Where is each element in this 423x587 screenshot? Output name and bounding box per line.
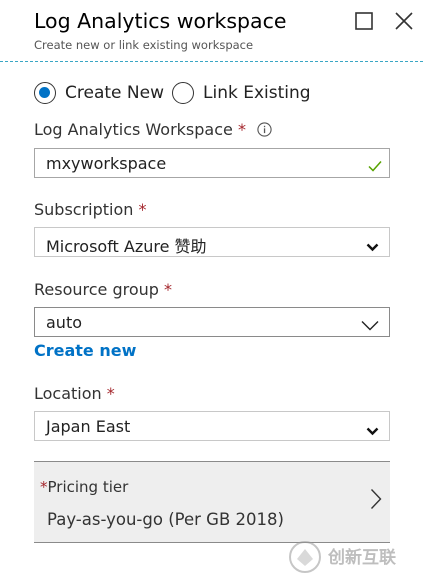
- blade-subtitle: Create new or link existing workspace: [34, 38, 254, 52]
- link-existing-radio[interactable]: Link Existing: [172, 80, 311, 106]
- subscription-label: Subscription *: [34, 200, 147, 219]
- watermark-logo: 创新互联: [288, 540, 413, 574]
- create-new-radio[interactable]: Create New: [34, 80, 164, 106]
- workspace-label-text: Log Analytics Workspace: [34, 120, 233, 139]
- resource-group-label: Resource group *: [34, 280, 172, 299]
- pricing-tier-label-text: Pricing tier: [47, 478, 129, 496]
- required-asterisk: *: [40, 478, 48, 496]
- chevron-down-icon: [366, 421, 379, 440]
- check-icon: [368, 157, 382, 176]
- link-existing-label: Link Existing: [203, 83, 311, 103]
- resource-group-label-text: Resource group: [34, 280, 159, 299]
- pricing-tier-selector[interactable]: *Pricing tier Pay-as-you-go (Per GB 2018…: [34, 461, 390, 543]
- create-new-resource-group-link[interactable]: Create new: [34, 341, 136, 360]
- watermark-text: 创新互联: [328, 548, 396, 568]
- chevron-down-icon: [361, 316, 379, 335]
- maximize-icon[interactable]: [353, 10, 375, 32]
- location-dropdown[interactable]: Japan East: [34, 411, 390, 441]
- workspace-name-input[interactable]: mxyworkspace: [34, 148, 390, 178]
- pricing-tier-label: *Pricing tier: [40, 478, 128, 496]
- subscription-dropdown[interactable]: Microsoft Azure 赞助: [34, 227, 390, 257]
- radio-selected-icon: [34, 82, 56, 104]
- chevron-down-icon: [366, 237, 379, 256]
- workspace-label: Log Analytics Workspace *: [34, 120, 272, 139]
- workspace-name-value: mxyworkspace: [46, 154, 167, 173]
- required-asterisk: *: [106, 384, 115, 403]
- create-new-label: Create New: [65, 83, 164, 103]
- location-value: Japan East: [46, 417, 131, 436]
- chevron-right-icon: [370, 488, 382, 514]
- location-label: Location *: [34, 384, 115, 403]
- required-asterisk: *: [164, 280, 173, 299]
- resource-group-value: auto: [46, 313, 83, 332]
- pricing-tier-value: Pay-as-you-go (Per GB 2018): [47, 510, 284, 529]
- subscription-value: Microsoft Azure 赞助: [46, 237, 207, 256]
- required-asterisk: *: [138, 200, 147, 219]
- subscription-label-text: Subscription: [34, 200, 134, 219]
- required-asterisk: *: [237, 120, 246, 139]
- watermark-icon: [289, 541, 321, 573]
- radio-unselected-icon: [172, 82, 194, 104]
- blade-header: Log Analytics workspace Create new or li…: [0, 0, 423, 62]
- location-label-text: Location: [34, 384, 102, 403]
- resource-group-dropdown[interactable]: auto: [34, 307, 390, 337]
- close-icon[interactable]: [393, 10, 415, 32]
- header-separator: [0, 61, 423, 62]
- info-icon[interactable]: [257, 122, 272, 137]
- blade-title: Log Analytics workspace: [34, 9, 287, 33]
